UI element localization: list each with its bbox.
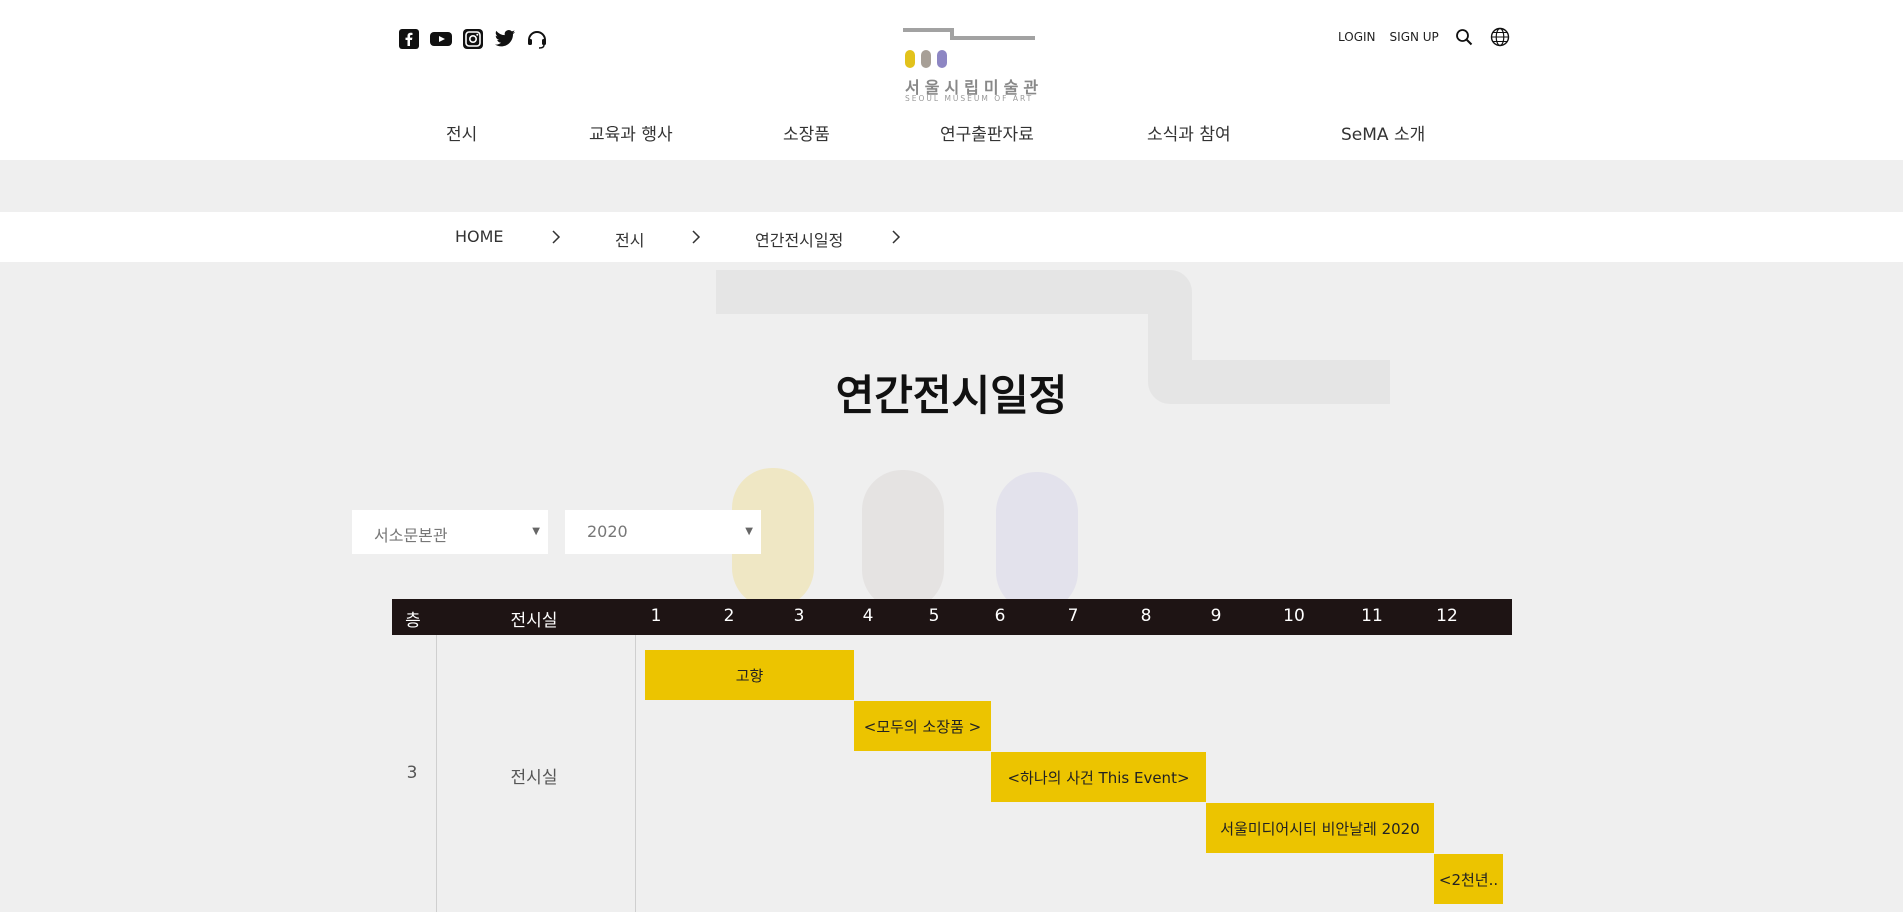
background-logo-decoration bbox=[716, 270, 1390, 602]
header-month-7: 7 bbox=[1067, 606, 1079, 626]
header-month-4: 4 bbox=[862, 606, 874, 626]
youtube-icon[interactable] bbox=[430, 28, 452, 50]
header-month-11: 11 bbox=[1361, 606, 1383, 626]
floor-cell: 3 bbox=[406, 763, 418, 783]
room-cell: 전시실 bbox=[510, 768, 558, 788]
caret-down-icon: ▼ bbox=[745, 526, 753, 537]
exhibition-bar[interactable]: <2천년.. bbox=[1434, 854, 1503, 904]
venue-select[interactable]: 서소문본관 ▼ bbox=[352, 510, 548, 554]
breadcrumb-annual-schedule[interactable]: 연간전시일정 bbox=[755, 227, 843, 251]
header-month-3: 3 bbox=[793, 606, 805, 626]
main-nav: 전시 교육과 행사 소장품 연구출판자료 소식과 참여 SeMA 소개 bbox=[0, 120, 1903, 150]
venue-select-value: 서소문본관 bbox=[374, 526, 448, 545]
header-floor: 층 bbox=[405, 611, 421, 631]
chevron-right-icon bbox=[692, 230, 701, 244]
exhibition-bar[interactable]: 고향 bbox=[645, 650, 854, 700]
header-month-9: 9 bbox=[1210, 606, 1222, 626]
nav-item-research[interactable]: 연구출판자료 bbox=[940, 120, 1034, 145]
chevron-right-icon bbox=[892, 230, 901, 244]
caret-down-icon: ▼ bbox=[532, 526, 540, 537]
breadcrumb: HOME 전시 연간전시일정 bbox=[0, 212, 1903, 262]
headset-icon[interactable] bbox=[526, 28, 548, 50]
header-month-2: 2 bbox=[723, 606, 735, 626]
column-divider bbox=[635, 635, 636, 912]
site-header: 서울시립미술관 SEOUL MUSEUM OF ART LOGIN SIGN U… bbox=[0, 0, 1903, 160]
exhibition-bar[interactable]: 서울미디어시티 비안날레 2020 bbox=[1206, 803, 1434, 853]
exhibition-bar[interactable]: <모두의 소장품 > bbox=[854, 701, 991, 751]
header-month-8: 8 bbox=[1140, 606, 1152, 626]
column-divider bbox=[436, 635, 437, 912]
nav-item-news[interactable]: 소식과 참여 bbox=[1147, 120, 1231, 145]
utility-menu: LOGIN SIGN UP bbox=[1338, 26, 1511, 48]
nav-item-education[interactable]: 교육과 행사 bbox=[589, 120, 673, 145]
header-month-6: 6 bbox=[994, 606, 1006, 626]
header-month-1: 1 bbox=[650, 606, 662, 626]
year-select[interactable]: 2020 ▼ bbox=[565, 510, 761, 554]
signup-link[interactable]: SIGN UP bbox=[1390, 30, 1439, 44]
logo-subtitle: SEOUL MUSEUM OF ART bbox=[905, 94, 1034, 103]
twitter-icon[interactable] bbox=[494, 28, 516, 50]
header-room: 전시실 bbox=[510, 611, 558, 631]
instagram-icon[interactable] bbox=[462, 28, 484, 50]
facebook-icon[interactable] bbox=[398, 28, 420, 50]
exhibition-bar[interactable]: <하나의 사건 This Event> bbox=[991, 752, 1206, 802]
chevron-right-icon bbox=[552, 230, 561, 244]
nav-item-about[interactable]: SeMA 소개 bbox=[1341, 120, 1425, 145]
schedule-table-header: 층 전시실 1 2 3 4 5 6 7 8 9 10 11 12 bbox=[392, 599, 1512, 635]
header-month-5: 5 bbox=[928, 606, 940, 626]
globe-icon[interactable] bbox=[1489, 26, 1511, 48]
year-select-value: 2020 bbox=[587, 522, 628, 541]
header-month-12: 12 bbox=[1436, 606, 1458, 626]
breadcrumb-home[interactable]: HOME bbox=[455, 227, 504, 246]
search-icon[interactable] bbox=[1453, 26, 1475, 48]
breadcrumb-exhibition[interactable]: 전시 bbox=[615, 227, 644, 251]
login-link[interactable]: LOGIN bbox=[1338, 30, 1376, 44]
page-title: 연간전시일정 bbox=[835, 371, 1068, 420]
nav-item-exhibition[interactable]: 전시 bbox=[446, 120, 477, 145]
nav-item-collection[interactable]: 소장품 bbox=[783, 120, 830, 145]
header-month-10: 10 bbox=[1283, 606, 1305, 626]
social-links bbox=[398, 28, 548, 50]
